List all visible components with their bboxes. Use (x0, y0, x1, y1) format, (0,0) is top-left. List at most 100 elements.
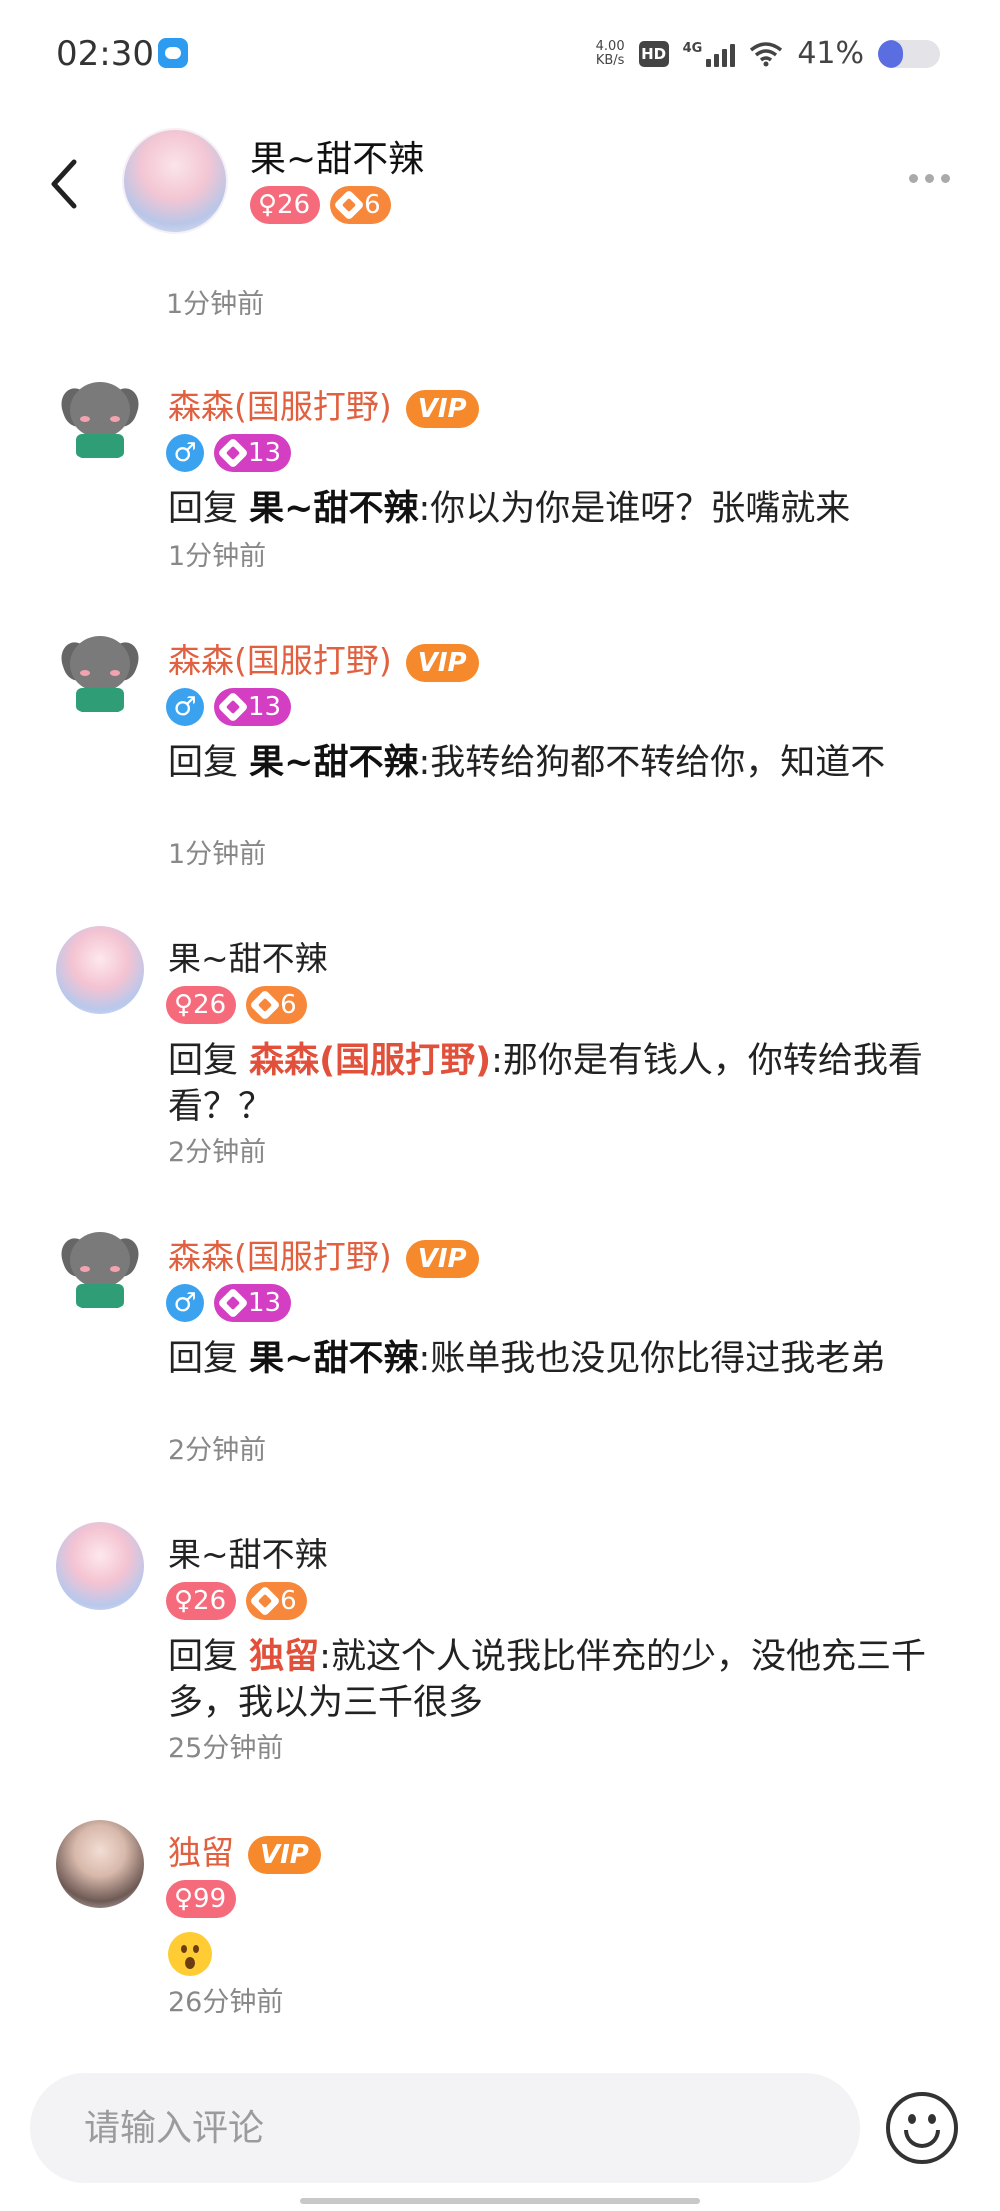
vip-badge: VIP (405, 1239, 479, 1278)
comment-time: 1分钟前 (168, 541, 267, 572)
user-badges: ♂ 13 (166, 1284, 292, 1322)
reply-prefix: 回复 (168, 489, 250, 529)
level-badge: 6 (330, 186, 391, 224)
user-name[interactable]: 森森(国服打野) VIP (168, 634, 479, 682)
user-badges: ♂ 13 (166, 688, 292, 726)
surprised-emoji-icon: 😯 (168, 1932, 212, 1976)
male-badge: ♂ (166, 688, 204, 726)
gem-icon (249, 1585, 281, 1617)
level-badge: 6 (246, 1582, 307, 1620)
comment-time: 2分钟前 (168, 1435, 267, 1466)
user-name-text[interactable]: 森森(国服打野) (168, 1237, 392, 1276)
male-badge: ♂ (166, 1284, 204, 1322)
status-time: 02:30 (56, 34, 154, 74)
comment-text: 回复 果~甜不辣:你以为你是谁呀？张嘴就来 (168, 486, 948, 532)
gender-age-badge: ♀26 (166, 986, 237, 1024)
gem-icon (217, 1287, 249, 1319)
gem-icon (249, 989, 281, 1021)
reply-target[interactable]: 独留 (249, 1637, 319, 1677)
gem-icon (333, 189, 365, 221)
level-value: 6 (364, 190, 381, 220)
user-name[interactable]: 果~甜不辣 (168, 932, 328, 980)
male-badge: ♂ (166, 434, 204, 472)
vip-badge: VIP (405, 643, 479, 682)
user-avatar[interactable] (56, 374, 144, 462)
comment-input-bar (0, 2060, 1000, 2210)
user-name-text[interactable]: 果~甜不辣 (168, 939, 328, 978)
comment-body: :账单我也没见你比得过我老弟 (418, 1339, 886, 1379)
network-type: 4G (682, 40, 703, 56)
reply-prefix: 回复 (168, 1339, 250, 1379)
comment-time: 2分钟前 (168, 1137, 267, 1168)
comment-text: 回复 独留:就这个人说我比伴充的少，没他充三千多，我以为三千很多 (168, 1634, 948, 1726)
author-badges: ♀26 6 (250, 186, 391, 224)
more-options-icon[interactable] (909, 174, 950, 183)
user-badges: ♂ 13 (166, 434, 292, 472)
user-avatar[interactable] (56, 1522, 144, 1610)
level-badge: 13 (214, 1284, 292, 1322)
cellular-signal-icon: 4G (683, 41, 736, 67)
battery-icon (878, 39, 940, 68)
comment-time: 26分钟前 (168, 1987, 284, 2018)
gender-age-badge: ♀26 (250, 186, 321, 224)
level-value: 6 (280, 1586, 297, 1616)
status-bar: 02:30 4.00 KB/s HD 4G 41% (0, 0, 1000, 110)
vip-badge: VIP (405, 389, 479, 428)
gender-age-badge: ♀26 (166, 1582, 237, 1620)
reply-target[interactable]: 森森(国服打野) (249, 1041, 491, 1081)
level-value: 13 (248, 438, 282, 468)
battery-percent: 41% (797, 36, 864, 71)
comment-body: :我转给狗都不转给你，知道不 (418, 743, 886, 783)
level-badge: 6 (246, 986, 307, 1024)
comment-body: :你以为你是谁呀？张嘴就来 (418, 489, 851, 529)
user-badges: ♀26 6 (166, 986, 307, 1024)
home-indicator[interactable] (300, 2198, 700, 2204)
level-value: 13 (248, 692, 282, 722)
user-name[interactable]: 独留 VIP (168, 1826, 321, 1874)
comment-time: 1分钟前 (168, 839, 267, 870)
reply-target[interactable]: 果~甜不辣 (249, 489, 418, 529)
network-speed-value: 4.00 (595, 38, 625, 54)
gem-icon (217, 691, 249, 723)
level-badge: 13 (214, 434, 292, 472)
user-name-text[interactable]: 森森(国服打野) (168, 387, 392, 426)
user-avatar[interactable] (56, 1224, 144, 1312)
network-speed: 4.00 KB/s (595, 38, 625, 68)
hd-icon: HD (638, 40, 669, 67)
user-badges: ♀26 6 (166, 1582, 307, 1620)
comment-input[interactable] (30, 2073, 860, 2183)
level-badge: 13 (214, 688, 292, 726)
comment-text: 回复 森森(国服打野):那你是有钱人，你转给我看看？？ (168, 1038, 948, 1130)
user-name[interactable]: 森森(国服打野) VIP (168, 380, 479, 428)
reply-target[interactable]: 果~甜不辣 (249, 743, 418, 783)
reply-target[interactable]: 果~甜不辣 (249, 1339, 418, 1379)
user-name[interactable]: 森森(国服打野) VIP (168, 1230, 479, 1278)
author-avatar[interactable] (122, 128, 228, 234)
emoji-button[interactable] (886, 2092, 958, 2164)
wifi-icon (750, 41, 783, 66)
reply-prefix: 回复 (168, 743, 250, 783)
level-value: 13 (248, 1288, 282, 1318)
user-name[interactable]: 果~甜不辣 (168, 1528, 328, 1576)
comment-thread-header: 果~甜不辣 ♀26 6 (0, 110, 1000, 260)
user-name-text[interactable]: 独留 (168, 1833, 234, 1872)
user-badges: ♀99 (166, 1880, 237, 1918)
back-icon[interactable] (44, 154, 84, 214)
user-avatar[interactable] (56, 1820, 144, 1908)
gem-icon (217, 437, 249, 469)
vip-badge: VIP (248, 1835, 321, 1874)
comment-time: 25分钟前 (168, 1733, 284, 1764)
app-notification-icon (158, 38, 188, 68)
user-avatar[interactable] (56, 628, 144, 716)
reply-prefix: 回复 (168, 1637, 250, 1677)
author-name[interactable]: 果~甜不辣 (250, 130, 424, 182)
user-name-text[interactable]: 果~甜不辣 (168, 1535, 328, 1574)
level-value: 6 (280, 990, 297, 1020)
comment-text: 回复 果~甜不辣:账单我也没见你比得过我老弟 (168, 1336, 948, 1382)
comment-time: 1分钟前 (166, 289, 265, 320)
gender-age-badge: ♀99 (166, 1880, 237, 1918)
user-name-text[interactable]: 森森(国服打野) (168, 641, 392, 680)
comment-text: 回复 果~甜不辣:我转给狗都不转给你，知道不 (168, 740, 948, 786)
user-avatar[interactable] (56, 926, 144, 1014)
battery-level-fill (878, 39, 904, 68)
